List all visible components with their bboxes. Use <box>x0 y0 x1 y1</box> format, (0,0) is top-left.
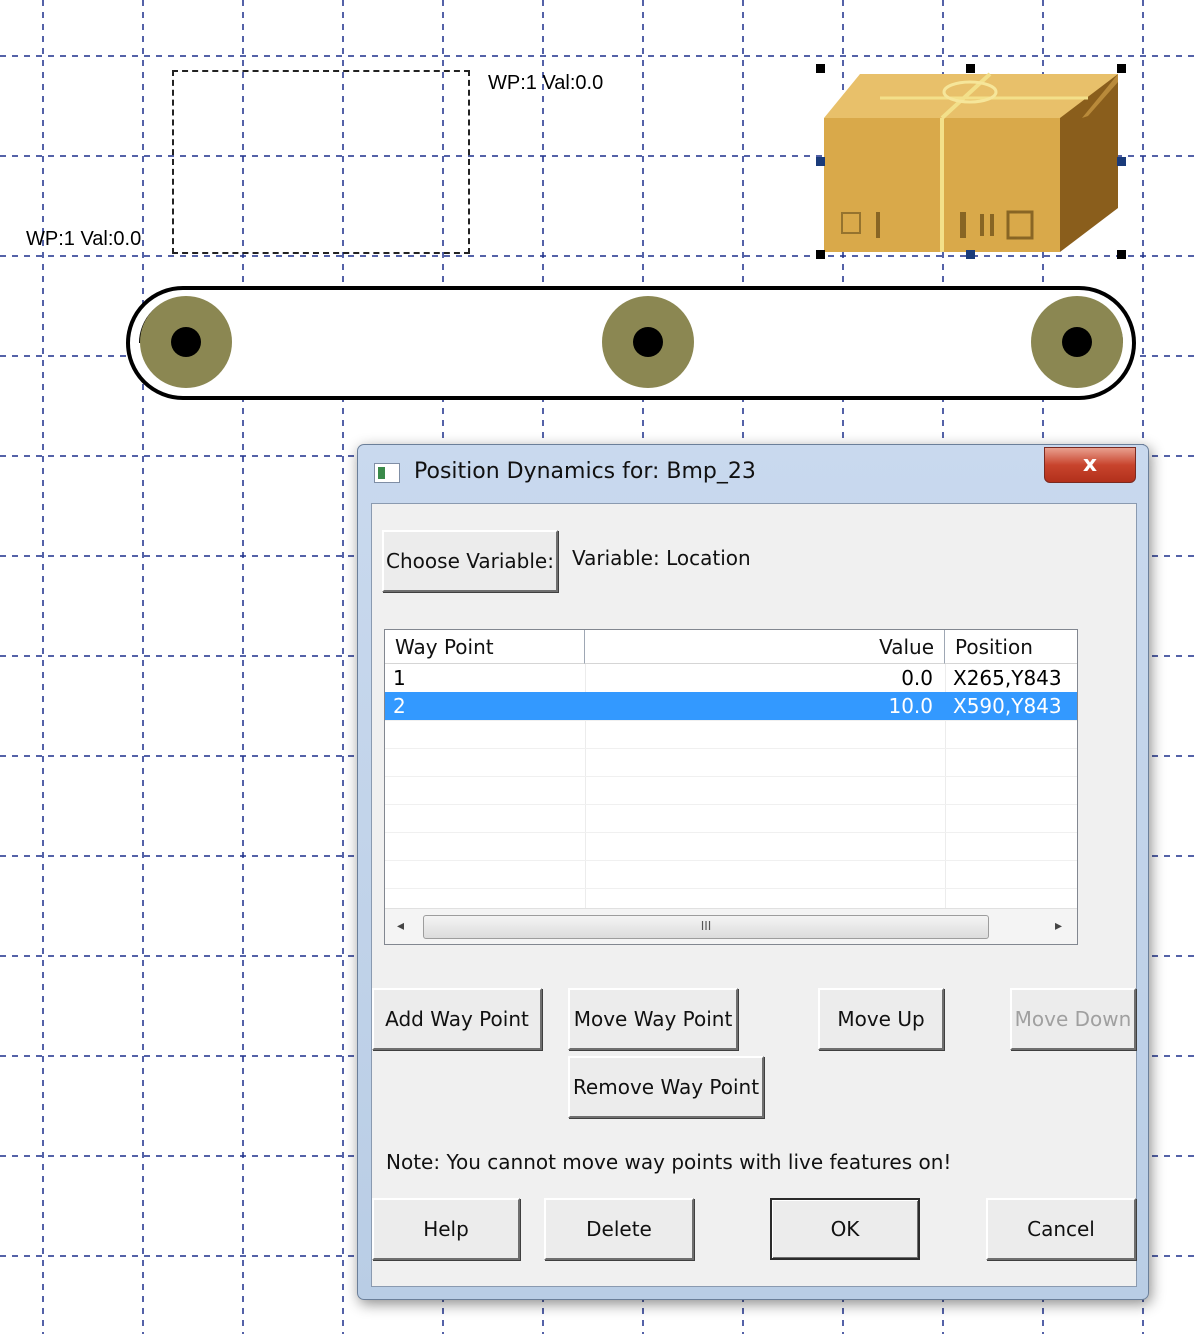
delete-button[interactable]: Delete <box>544 1198 694 1260</box>
table-row-selected[interactable]: 2 10.0 X590,Y843 <box>385 692 1077 720</box>
column-header-value[interactable]: Value <box>585 630 945 664</box>
cell-value: 10.0 <box>888 694 933 718</box>
selection-handle[interactable] <box>816 64 825 73</box>
column-header-way-point[interactable]: Way Point <box>385 630 585 664</box>
move-way-point-button[interactable]: Move Way Point <box>568 988 738 1050</box>
remove-way-point-button[interactable]: Remove Way Point <box>568 1056 764 1118</box>
dialog-title: Position Dynamics for: Bmp_23 <box>414 459 756 484</box>
note-text: Note: You cannot move way points with li… <box>386 1150 952 1174</box>
cell-position: X590,Y843 <box>953 694 1062 718</box>
selection-handle[interactable] <box>816 157 825 166</box>
help-button[interactable]: Help <box>372 1198 520 1260</box>
dialog-titlebar[interactable]: Position Dynamics for: Bmp_23 x <box>358 445 1148 503</box>
selection-handle[interactable] <box>816 250 825 259</box>
scroll-right-arrow-icon[interactable]: ▸ <box>1055 918 1062 934</box>
waypoint-ghost-outline[interactable] <box>172 70 470 254</box>
add-way-point-button[interactable]: Add Way Point <box>372 988 542 1050</box>
selection-handle[interactable] <box>1117 64 1126 73</box>
conveyor-roller <box>1031 296 1123 388</box>
cell-way-point: 1 <box>393 666 406 690</box>
variable-label: Variable: Location <box>572 546 751 570</box>
close-button[interactable]: x <box>1044 447 1136 483</box>
horizontal-scrollbar[interactable]: ◂ III ▸ <box>385 908 1077 944</box>
column-header-position[interactable]: Position <box>945 630 1077 664</box>
position-dynamics-dialog: Position Dynamics for: Bmp_23 x Choose V… <box>357 444 1149 1300</box>
conveyor-belt[interactable] <box>126 286 1138 402</box>
scrollbar-thumb[interactable]: III <box>423 915 989 939</box>
selection-handle[interactable] <box>1117 250 1126 259</box>
selection-handle[interactable] <box>1117 157 1126 166</box>
move-up-button[interactable]: Move Up <box>818 988 944 1050</box>
conveyor-roller <box>602 296 694 388</box>
waypoint-label-top: WP:1 Val:0.0 <box>488 72 604 94</box>
cell-position: X265,Y843 <box>953 666 1062 690</box>
cancel-button[interactable]: Cancel <box>986 1198 1136 1260</box>
choose-variable-button[interactable]: Choose Variable: <box>382 530 558 592</box>
dialog-client-area: Choose Variable: Variable: Location Way … <box>371 503 1137 1287</box>
list-header: Way Point Value Position <box>385 630 1077 664</box>
waypoint-label-left: WP:1 Val:0.0 <box>26 228 142 250</box>
selection-handle[interactable] <box>966 250 975 259</box>
cell-value: 0.0 <box>901 666 933 690</box>
package-box-image[interactable] <box>820 68 1122 256</box>
selection-handle[interactable] <box>966 64 975 73</box>
cell-way-point: 2 <box>393 694 406 718</box>
table-row[interactable]: 1 0.0 X265,Y843 <box>385 664 1077 692</box>
ok-button[interactable]: OK <box>770 1198 920 1260</box>
window-app-icon <box>374 463 400 483</box>
move-down-button[interactable]: Move Down <box>1010 988 1136 1050</box>
conveyor-roller <box>140 296 232 388</box>
way-point-list[interactable]: Way Point Value Position 1 0.0 X265,Y843… <box>384 629 1078 945</box>
scroll-left-arrow-icon[interactable]: ◂ <box>397 918 404 934</box>
